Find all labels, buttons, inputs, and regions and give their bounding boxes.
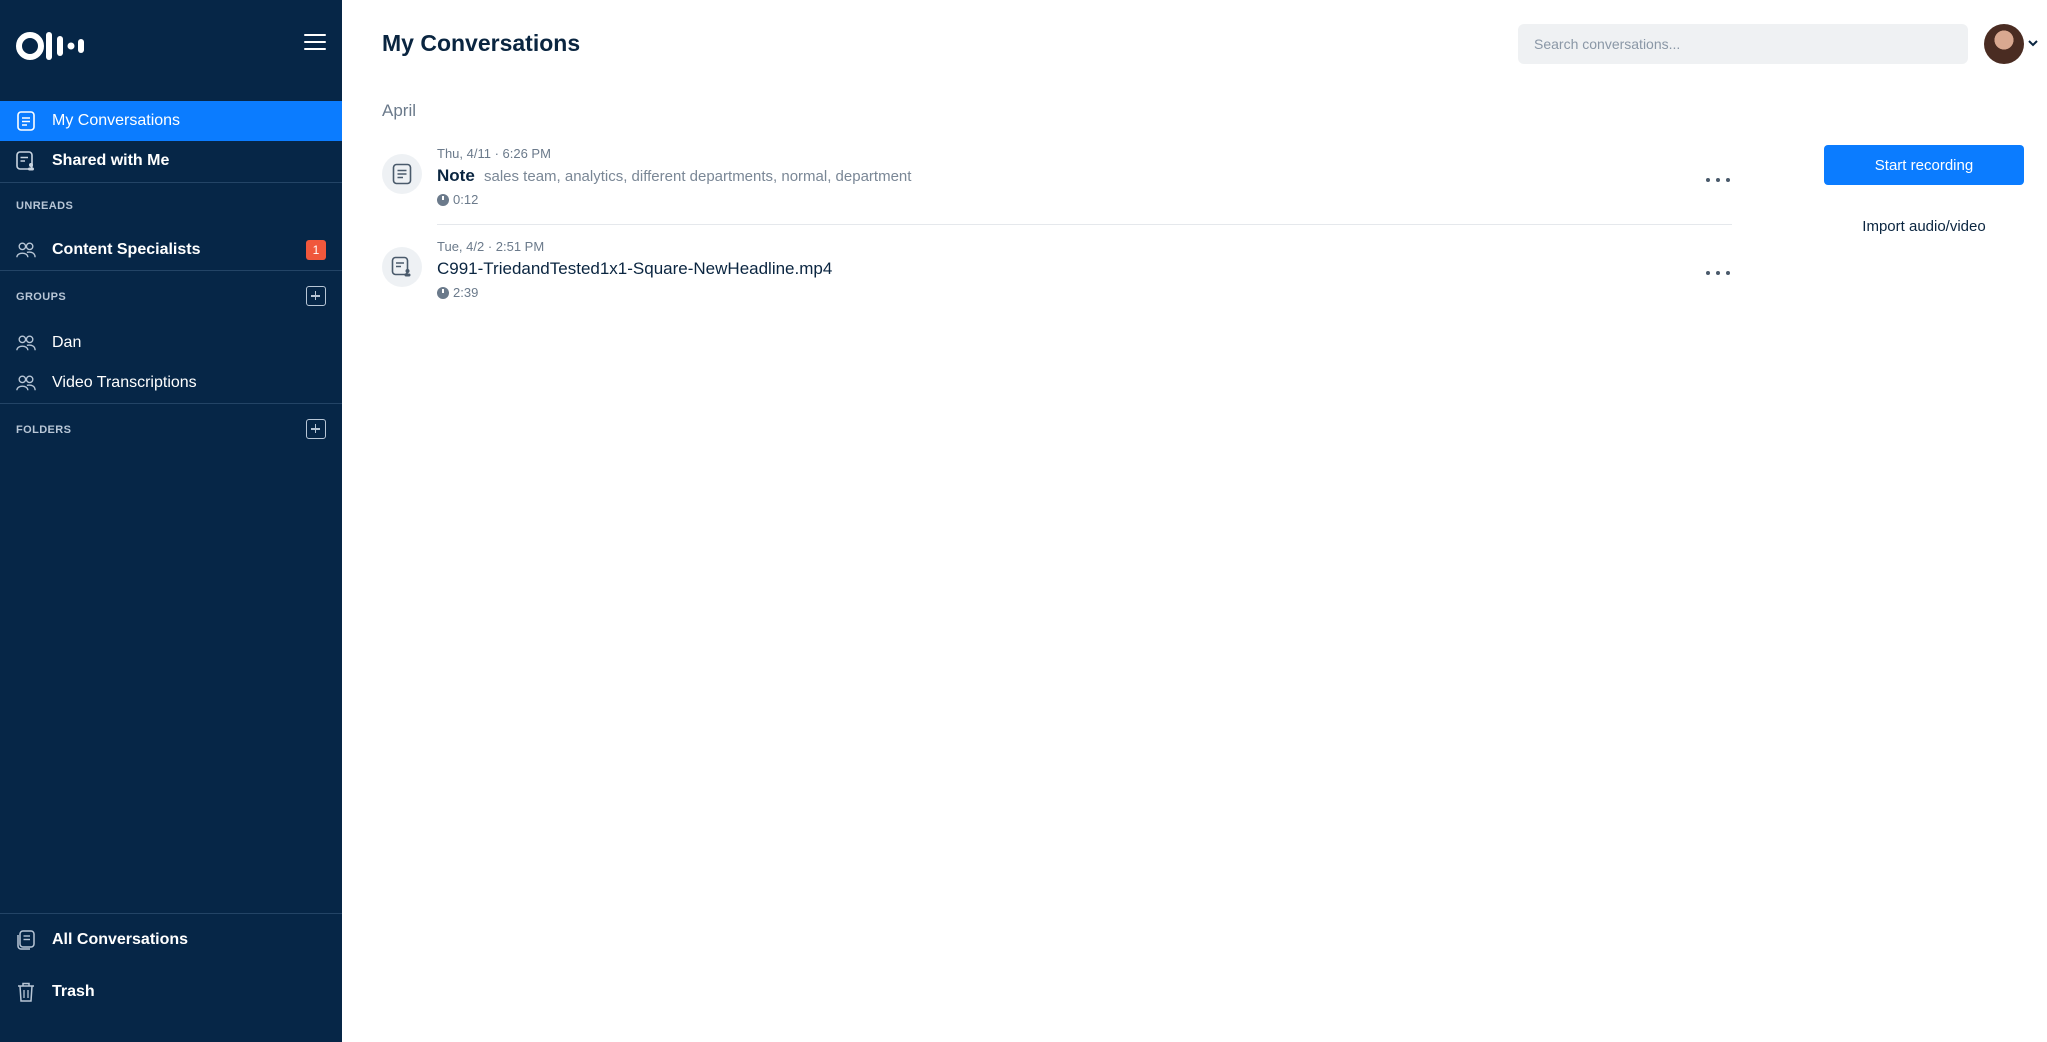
add-group-button[interactable] <box>306 286 326 306</box>
folders-section-label: FOLDERS <box>16 424 72 436</box>
more-options-icon[interactable] <box>1706 269 1730 277</box>
conversation-title[interactable]: C991-TriedandTested1x1-Square-NewHeadlin… <box>437 259 832 279</box>
conversation-title-text: Note <box>437 166 475 185</box>
sidebar-item-label: Content Specialists <box>52 241 201 258</box>
search-input[interactable] <box>1518 24 1968 64</box>
sidebar-divider <box>0 270 342 271</box>
conversation-duration: 2:39 <box>437 285 478 300</box>
sidebar-item-label: Dan <box>52 334 82 351</box>
conversation-date: Tue, 4/2 · 2:51 PM <box>437 239 545 254</box>
conversations-icon <box>16 111 36 131</box>
conversation-row[interactable]: Thu, 4/11 · 6:26 PM Note sales team, ana… <box>382 146 1732 234</box>
duration-text: 0:12 <box>453 192 479 207</box>
sidebar-item-content-specialists[interactable]: Content Specialists 1 <box>0 230 342 270</box>
duration-text: 2:39 <box>453 285 479 300</box>
groups-section-label: GROUPS <box>16 291 67 303</box>
sidebar-divider <box>0 182 342 183</box>
sidebar-item-group-dan[interactable]: Dan <box>0 323 342 363</box>
group-icon <box>16 240 36 260</box>
group-icon <box>16 373 36 393</box>
note-icon <box>382 154 422 194</box>
sidebar-item-shared-with-me[interactable]: Shared with Me <box>0 141 342 181</box>
page-title: My Conversations <box>382 30 581 56</box>
add-folder-button[interactable] <box>306 419 326 439</box>
sidebar-item-label: Video Transcriptions <box>52 374 197 391</box>
sidebar-item-group-video-transcriptions[interactable]: Video Transcriptions <box>0 363 342 403</box>
clock-icon <box>437 286 449 299</box>
avatar[interactable] <box>1984 24 2024 64</box>
sidebar-item-label: Shared with Me <box>52 152 170 169</box>
sidebar-item-label: My Conversations <box>52 112 181 129</box>
conversation-row[interactable]: Tue, 4/2 · 2:51 PM C991-TriedandTested1x… <box>382 239 1732 327</box>
all-conversations-icon <box>16 930 36 950</box>
logo-row <box>0 0 342 100</box>
sidebar-divider <box>0 403 342 404</box>
otter-logo-icon[interactable] <box>16 30 90 62</box>
unread-count-badge: 1 <box>306 240 326 260</box>
more-options-icon[interactable] <box>1706 176 1730 184</box>
sidebar-item-my-conversations[interactable]: My Conversations <box>0 101 342 141</box>
conversation-date: Thu, 4/11 · 6:26 PM <box>437 146 551 161</box>
start-recording-button[interactable]: Start recording <box>1824 145 2024 185</box>
shared-icon <box>16 151 36 171</box>
conversation-duration: 0:12 <box>437 192 478 207</box>
conversation-keywords: sales team, analytics, different departm… <box>484 168 912 185</box>
sidebar-divider <box>0 913 342 914</box>
trash-icon <box>16 982 36 1002</box>
hamburger-menu-icon[interactable] <box>304 34 326 54</box>
sidebar-item-all-conversations[interactable]: All Conversations <box>0 920 342 960</box>
chevron-down-icon[interactable] <box>2027 38 2039 48</box>
sidebar-item-label: Trash <box>52 983 95 1000</box>
sidebar-item-trash[interactable]: Trash <box>0 972 342 1012</box>
month-heading: April <box>382 101 417 120</box>
unreads-section-label: UNREADS <box>16 200 74 212</box>
import-audio-video-button[interactable]: Import audio/video <box>1824 214 2024 238</box>
clock-icon <box>437 193 449 206</box>
shared-note-icon <box>382 247 422 287</box>
row-divider <box>437 224 1732 225</box>
sidebar-item-label: All Conversations <box>52 931 189 948</box>
sidebar: My Conversations Shared with Me UNREADS … <box>0 0 342 1042</box>
conversation-title[interactable]: Note <box>437 166 475 186</box>
group-icon <box>16 333 36 353</box>
